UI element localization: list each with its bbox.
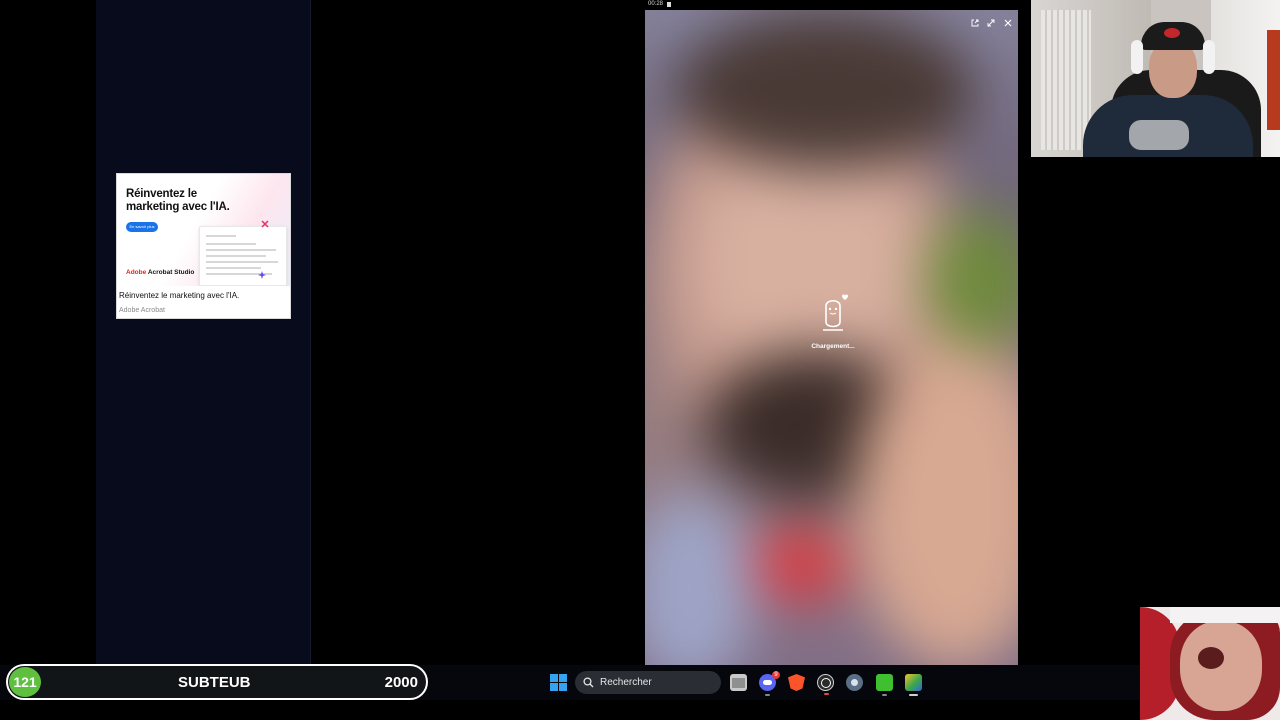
ad-document-mockup [199,220,287,286]
score-badge: 121 [9,667,41,697]
webcam-guest [1140,607,1280,720]
score-value: 2000 [384,674,418,691]
active-indicator [909,694,918,696]
ad-card[interactable]: Réinventez le marketing avec l'IA. En sa… [116,173,291,319]
video-top-bar: 00:28 [645,0,1018,10]
webcam-streamer [1031,0,1280,157]
discord-icon[interactable]: 9 [759,671,780,696]
score-bar: 121 SUBTEUB 2000 [6,664,428,700]
score-name: SUBTEUB [178,674,251,691]
search-icon [583,677,594,688]
ad-caption[interactable]: Réinventez le marketing avec l'IA. [119,291,239,300]
recording-icon [667,2,671,7]
obs-icon[interactable] [817,674,834,695]
loading-text: Chargement... [811,343,855,350]
mascot-heart-icon [823,294,848,331]
notepad-icon[interactable] [876,674,893,696]
file-explorer-icon[interactable] [730,674,747,691]
sparkle-icon [261,220,269,228]
ad-banner[interactable]: Réinventez le marketing avec l'IA. En sa… [117,174,290,286]
ad-brand-prefix: Adobe [126,269,147,276]
ad-brand-product: Acrobat Studio [147,269,195,276]
ad-source: Adobe Acrobat [119,307,165,314]
discord-badge: 9 [772,671,780,679]
video-panel[interactable]: Chargement... [645,10,1018,665]
windows-start-icon[interactable] [550,674,567,691]
ad-brand: Adobe Acrobat Studio [126,269,194,276]
running-indicator [824,693,829,695]
loading-indicator: Chargement... [808,292,858,350]
ad-learn-more-button[interactable]: En savoir plus [126,222,158,232]
layers-app-icon[interactable] [905,674,922,696]
settings-icon[interactable] [846,674,863,691]
left-panel [96,0,311,664]
external-link-icon[interactable] [969,18,981,30]
running-indicator [882,694,887,696]
video-timestamp: 00:28 [648,1,664,7]
expand-icon[interactable] [985,18,997,30]
ad-headline: Réinventez le marketing avec l'IA. [126,188,230,213]
running-indicator [765,694,770,696]
taskbar-search-input[interactable]: Rechercher [575,671,721,694]
search-placeholder: Rechercher [600,677,652,688]
star-icon [258,271,266,279]
close-icon[interactable] [1002,18,1014,30]
